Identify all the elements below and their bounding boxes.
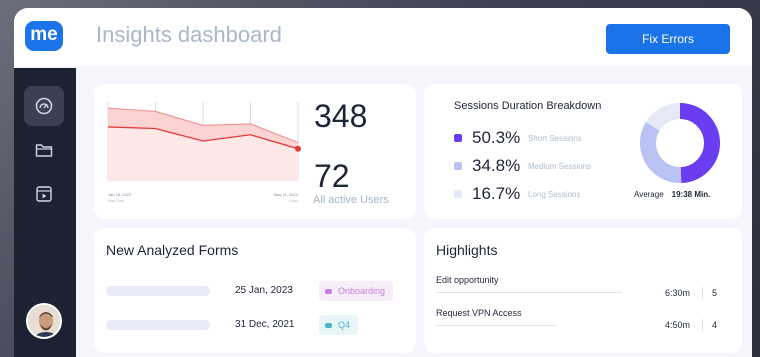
average-value: 19:38 Min. xyxy=(671,190,711,199)
users-card: Jan 18, 2023 Start Date May 11, 2023 Today … xyxy=(94,84,416,219)
short-sessions-label: Short Sessions xyxy=(528,133,582,143)
short-sessions-pct: 50.3% xyxy=(472,128,521,147)
sessions-title: Sessions Duration Breakdown xyxy=(454,100,602,112)
folder-icon xyxy=(35,144,53,157)
form-tag[interactable]: Onboarding xyxy=(319,281,394,301)
highlight-count: 5 xyxy=(712,288,718,298)
form-tag[interactable]: Q4 xyxy=(319,315,359,335)
start-date-label: Jan 18, 2023 xyxy=(108,192,132,197)
form-tag-label: Onboarding xyxy=(338,286,386,296)
tag-dot xyxy=(325,288,332,294)
active-users-label: All active Users xyxy=(313,194,389,206)
app-logo[interactable]: me xyxy=(25,21,63,51)
session-row: 16.7% Long Sessions xyxy=(454,183,580,205)
form-date: 25 Jan, 2023 xyxy=(235,285,293,296)
sidebar xyxy=(14,68,76,357)
long-sessions-swatch xyxy=(454,190,462,198)
divider xyxy=(702,287,703,299)
highlight-time: 4:50m xyxy=(665,320,691,330)
form-name-placeholder xyxy=(106,286,210,296)
average-duration: Average 19:38 Min. xyxy=(634,190,710,199)
medium-sessions-swatch xyxy=(454,162,462,170)
page-title: Insights dashboard xyxy=(96,22,282,47)
forms-title: New Analyzed Forms xyxy=(106,242,239,258)
sidebar-item-dashboard[interactable] xyxy=(24,86,64,126)
highlight-label: Edit opportunity xyxy=(436,275,499,285)
highlights-title: Highlights xyxy=(436,242,498,258)
form-name-placeholder xyxy=(106,320,210,330)
medium-sessions-label: Medium Sessions xyxy=(528,161,592,171)
top-bar: me Insights dashboard Fix Errors xyxy=(14,8,752,66)
fix-errors-button[interactable]: Fix Errors xyxy=(606,24,730,54)
form-tag-label: Q4 xyxy=(338,320,351,330)
gauge-icon xyxy=(35,97,53,115)
video-file-icon xyxy=(36,186,52,202)
avatar-image xyxy=(28,305,60,337)
user-avatar[interactable] xyxy=(26,303,62,339)
tag-dot xyxy=(325,322,332,328)
highlight-progress xyxy=(436,325,556,326)
medium-sessions-pct: 34.8% xyxy=(472,156,521,175)
session-row: 50.3% Short Sessions xyxy=(454,127,582,149)
highlight-label: Request VPN Access xyxy=(436,308,522,318)
form-date: 31 Dec, 2021 xyxy=(235,319,295,330)
end-date-sub: Today xyxy=(289,199,299,203)
sessions-card: Sessions Duration Breakdown 50.3% Short … xyxy=(424,84,742,219)
total-users-value: 348 xyxy=(314,98,368,134)
long-sessions-pct: 16.7% xyxy=(472,184,521,203)
end-date-label: May 11, 2023 xyxy=(274,192,299,197)
sidebar-item-folders[interactable] xyxy=(24,130,64,170)
highlights-card: Highlights Edit opportunity 6:30m 5 Requ… xyxy=(424,228,742,353)
forms-card: New Analyzed Forms 25 Jan, 2023 Onboardi… xyxy=(94,228,416,353)
highlight-count: 4 xyxy=(712,320,718,330)
active-users-value: 72 xyxy=(314,158,350,194)
short-sessions-swatch xyxy=(454,134,462,142)
session-row: 34.8% Medium Sessions xyxy=(454,155,591,177)
highlight-time: 6:30m xyxy=(665,288,691,298)
divider xyxy=(702,319,703,331)
long-sessions-label: Long Sessions xyxy=(528,189,581,199)
sessions-donut-chart xyxy=(640,103,720,183)
users-area-chart: Jan 18, 2023 Start Date May 11, 2023 Today xyxy=(107,102,301,203)
app-window: me Insights dashboard Fix Errors Jan 18,… xyxy=(14,8,752,357)
highlight-progress xyxy=(436,292,622,293)
series-end-point xyxy=(295,145,301,152)
average-label: Average xyxy=(634,190,664,199)
sidebar-item-media[interactable] xyxy=(24,174,64,214)
start-date-sub: Start Date xyxy=(108,199,124,203)
